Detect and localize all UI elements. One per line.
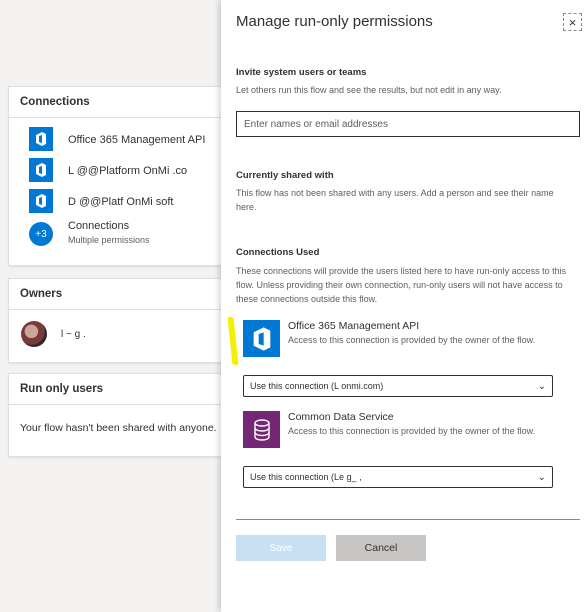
connection-item[interactable]: L @@Platform OnMi .co bbox=[9, 155, 229, 186]
invite-input[interactable] bbox=[236, 111, 580, 137]
manage-permissions-panel: Manage run-only permissions × Invite sys… bbox=[221, 0, 585, 612]
invite-heading: Invite system users or teams bbox=[236, 67, 367, 78]
office365-icon bbox=[29, 189, 53, 213]
office365-icon bbox=[243, 320, 280, 357]
close-button[interactable]: × bbox=[563, 13, 582, 31]
connection-select[interactable]: Use this connection (L onmi.com) ⌄ bbox=[243, 375, 553, 397]
chevron-down-icon: ⌄ bbox=[537, 471, 546, 483]
run-only-users-title: Run only users bbox=[9, 374, 229, 405]
connection-note: Access to this connection is provided by… bbox=[288, 426, 536, 436]
connections-used-description: These connections will provide the users… bbox=[236, 266, 567, 304]
save-button[interactable]: Save bbox=[236, 535, 326, 561]
run-only-users-card: Run only users Your flow hasn't been sha… bbox=[8, 373, 230, 457]
panel-title: Manage run-only permissions bbox=[236, 13, 433, 30]
shared-description: This flow has not been shared with any u… bbox=[236, 188, 554, 212]
invite-description: Let others run this flow and see the res… bbox=[236, 85, 502, 95]
database-icon bbox=[243, 411, 280, 448]
connections-used-heading: Connections Used bbox=[236, 247, 320, 258]
connection-select[interactable]: Use this connection (Le g_ , ⌄ bbox=[243, 466, 553, 488]
chevron-down-icon: ⌄ bbox=[537, 380, 546, 392]
cancel-button[interactable]: Cancel bbox=[336, 535, 426, 561]
connection-name: Common Data Service bbox=[288, 411, 394, 423]
divider bbox=[236, 519, 580, 520]
connections-title: Connections bbox=[9, 87, 229, 118]
connection-note: Access to this connection is provided by… bbox=[288, 335, 536, 345]
more-connections-badge: +3 bbox=[29, 222, 53, 246]
connection-select-value: Use this connection (Le g_ , bbox=[250, 472, 362, 482]
connections-card: Connections Office 365 Management API L … bbox=[8, 86, 230, 266]
connection-select-value: Use this connection (L onmi.com) bbox=[250, 381, 384, 391]
owners-card: Owners l ~ g . bbox=[8, 278, 230, 363]
run-only-users-message: Your flow hasn't been shared with anyone… bbox=[20, 422, 217, 434]
office365-icon bbox=[29, 158, 53, 182]
shared-heading: Currently shared with bbox=[236, 170, 334, 181]
owner-name: l ~ g . bbox=[61, 329, 86, 340]
office365-icon bbox=[29, 127, 53, 151]
connection-label: L @@Platform OnMi .co bbox=[68, 165, 188, 177]
close-icon: × bbox=[568, 14, 577, 30]
connection-label: Office 365 Management API bbox=[68, 134, 206, 146]
more-connections-sub: Multiple permissions bbox=[68, 235, 150, 245]
avatar bbox=[21, 321, 47, 347]
connection-name: Office 365 Management API bbox=[288, 320, 420, 332]
more-connections-label: Connections bbox=[68, 220, 130, 232]
top-bar-background bbox=[0, 0, 222, 30]
connection-item[interactable]: Office 365 Management API bbox=[9, 124, 229, 155]
connection-item[interactable]: D @@Platf OnMi soft bbox=[9, 186, 229, 217]
more-connections[interactable]: +3 Connections Multiple permissions bbox=[9, 217, 229, 253]
connection-label: D @@Platf OnMi soft bbox=[68, 196, 174, 208]
owners-title: Owners bbox=[9, 279, 229, 310]
